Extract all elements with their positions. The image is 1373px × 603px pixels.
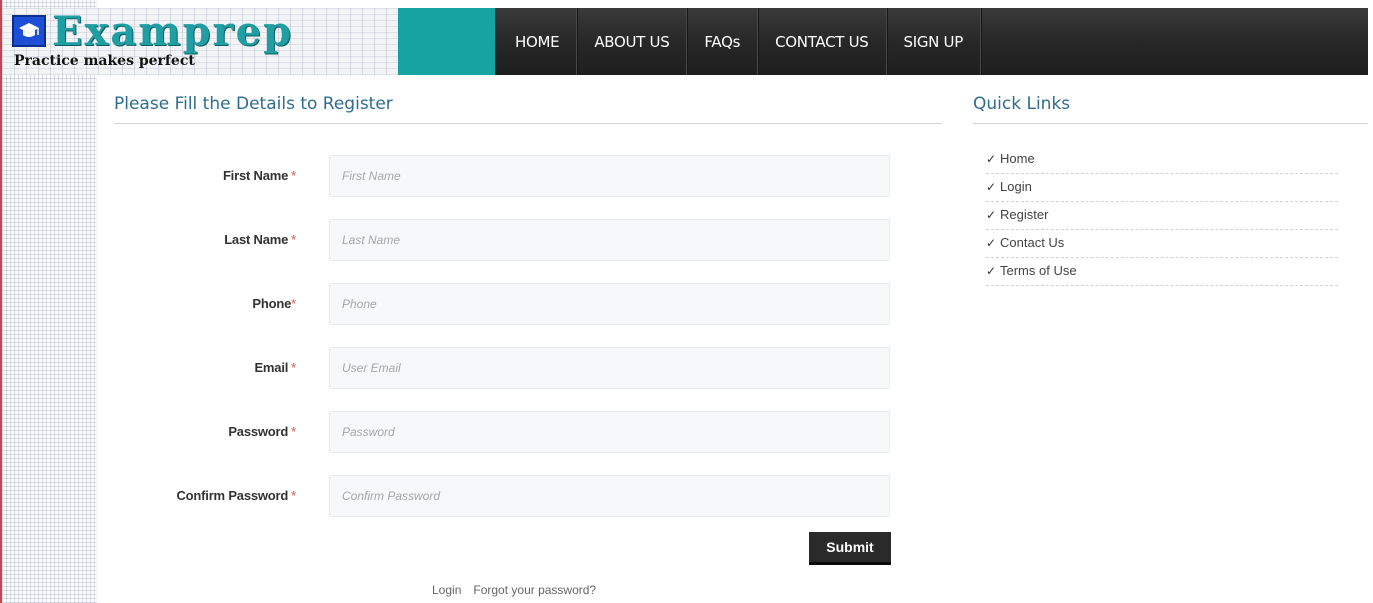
site-header: Examprep Practice makes perfect HOME ABO…: [0, 8, 1368, 75]
confirm-password-input[interactable]: [329, 475, 890, 517]
email-input[interactable]: [329, 347, 890, 389]
login-link[interactable]: Login: [432, 583, 461, 597]
form-row-password: Password *: [114, 411, 942, 453]
brand-tagline: Practice makes perfect: [14, 53, 195, 69]
nav-item-sign-up[interactable]: SIGN UP: [887, 8, 981, 75]
page: Examprep Practice makes perfect HOME ABO…: [0, 0, 1373, 603]
first-name-input[interactable]: [329, 155, 890, 197]
quick-link-terms-of-use[interactable]: ✓ Terms of Use: [986, 258, 1338, 286]
required-marker: *: [291, 168, 296, 183]
form-row-phone: Phone*: [114, 283, 942, 325]
form-row-last-name: Last Name *: [114, 219, 942, 261]
first-name-label-text: First Name: [222, 168, 289, 183]
password-input[interactable]: [329, 411, 890, 453]
checkmark-icon: ✓: [986, 208, 997, 222]
nav-item-contact-us[interactable]: CONTACT US: [758, 8, 887, 75]
quick-links-sidebar: Quick Links ✓ Home ✓ Login ✓ Register ✓ Cont…: [973, 80, 1368, 286]
checkmark-icon: ✓: [986, 180, 997, 194]
quick-link-home[interactable]: ✓ Home: [986, 146, 1338, 174]
required-marker: *: [291, 296, 296, 311]
required-marker: *: [291, 424, 296, 439]
last-name-input[interactable]: [329, 219, 890, 261]
email-label-text: Email: [254, 360, 289, 375]
header-accent-block: [398, 8, 495, 75]
password-label-text: Password: [228, 424, 289, 439]
form-row-first-name: First Name *: [114, 155, 942, 197]
submit-button[interactable]: Submit: [809, 532, 891, 565]
quick-link-label: Terms of Use: [1000, 263, 1077, 278]
last-name-label: Last Name *: [224, 219, 296, 261]
checkmark-icon: ✓: [986, 236, 997, 250]
checkmark-icon: ✓: [986, 264, 997, 278]
quick-link-register[interactable]: ✓ Register: [986, 202, 1338, 230]
nav-item-faqs[interactable]: FAQs: [687, 8, 759, 75]
email-label: Email *: [254, 347, 296, 389]
nav-item-about-us[interactable]: ABOUT US: [577, 8, 688, 75]
required-marker: *: [291, 232, 296, 247]
main-nav: HOME ABOUT US FAQs CONTACT US SIGN UP: [495, 8, 1368, 75]
quick-link-contact-us[interactable]: ✓ Contact Us: [986, 230, 1338, 258]
phone-label-text: Phone: [252, 296, 292, 311]
logo[interactable]: Examprep Practice makes perfect: [0, 8, 398, 75]
quick-links-list: ✓ Home ✓ Login ✓ Register ✓ Contact Us ✓ Term…: [986, 146, 1338, 286]
quick-link-login[interactable]: ✓ Login: [986, 174, 1338, 202]
required-marker: *: [291, 360, 296, 375]
form-row-confirm-password: Confirm Password *: [114, 475, 942, 517]
quick-link-label: Login: [1000, 179, 1032, 194]
graduation-cap-icon: [12, 15, 46, 47]
left-pattern-strip: [0, 0, 97, 603]
quick-link-label: Register: [1000, 207, 1049, 222]
last-name-label-text: Last Name: [224, 232, 289, 247]
quick-links-title: Quick Links: [973, 80, 1368, 124]
checkmark-icon: ✓: [986, 152, 997, 166]
first-name-label: First Name *: [223, 155, 296, 197]
confirm-password-label-text: Confirm Password: [176, 488, 289, 503]
forgot-password-link[interactable]: Forgot your password?: [473, 583, 596, 597]
brand-name: Examprep: [52, 8, 294, 55]
phone-label: Phone*: [252, 283, 296, 325]
phone-input[interactable]: [329, 283, 890, 325]
form-row-email: Email *: [114, 347, 942, 389]
page-title: Please Fill the Details to Register: [114, 80, 942, 124]
confirm-password-label: Confirm Password *: [176, 475, 296, 517]
register-section: Please Fill the Details to Register Firs…: [114, 80, 942, 597]
quick-link-label: Home: [1000, 151, 1035, 166]
nav-item-home[interactable]: HOME: [495, 8, 578, 75]
form-footer-links: Login Forgot your password?: [432, 583, 608, 597]
required-marker: *: [291, 488, 296, 503]
quick-link-label: Contact Us: [1000, 235, 1065, 250]
password-label: Password *: [228, 411, 296, 453]
